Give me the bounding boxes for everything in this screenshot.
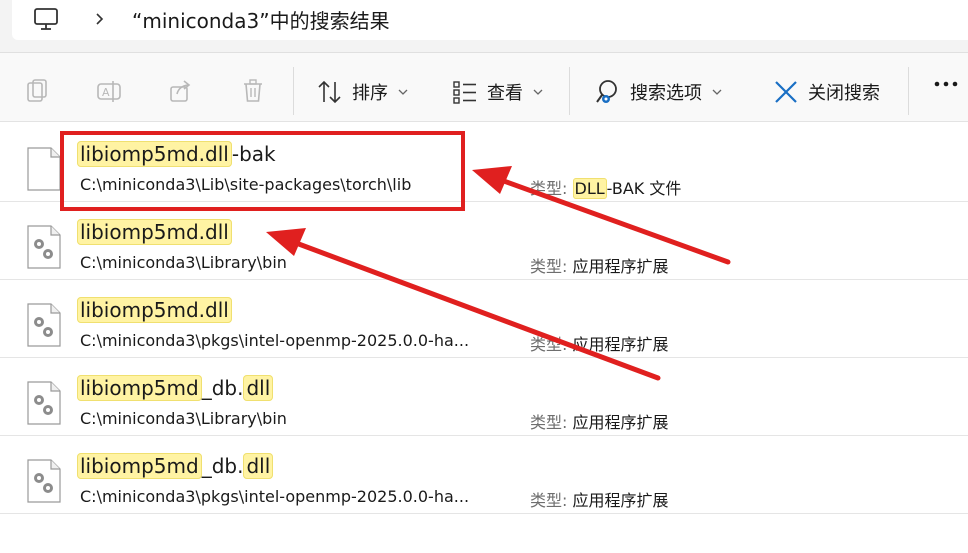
type-value: 应用程序扩展 xyxy=(572,257,669,276)
close-search-button[interactable]: 关闭搜索 xyxy=(772,77,880,107)
file-path: C:\miniconda3\pkgs\intel-openmp-2025.0.0… xyxy=(80,331,470,350)
chevron-down-icon xyxy=(712,89,722,95)
dll-gear-icon xyxy=(27,225,61,269)
close-search-label: 关闭搜索 xyxy=(808,83,880,104)
search-results-list: libiomp5md.dll -bak C:\miniconda3\Lib\sit… xyxy=(0,124,968,514)
type-value: 应用程序扩展 xyxy=(572,491,669,510)
blank-file-icon xyxy=(27,147,61,191)
rename-icon[interactable]: A xyxy=(96,77,122,105)
search-options-label: 搜索选项 xyxy=(630,83,702,104)
breadcrumb-search-title: “miniconda3”中的搜索结果 xyxy=(132,9,390,33)
type-key: 类型: xyxy=(530,413,568,432)
dll-gear-icon xyxy=(27,459,61,503)
dll-gear-icon xyxy=(27,303,61,347)
close-icon xyxy=(775,81,797,103)
view-label: 查看 xyxy=(487,83,523,104)
file-path: C:\miniconda3\Library\bin xyxy=(80,409,287,428)
list-item[interactable]: libiomp5md _db. dll C:\miniconda3\pkgs\int… xyxy=(0,436,968,514)
type-key: 类型: xyxy=(530,491,568,510)
file-path: C:\miniconda3\Library\bin xyxy=(80,253,287,272)
name-middle: _db. xyxy=(201,454,244,478)
file-name[interactable]: libiomp5md.dll xyxy=(77,295,232,325)
toolbar-separator xyxy=(908,67,909,115)
type-key: 类型: xyxy=(530,179,568,198)
name-highlight: libiomp5md xyxy=(77,453,202,479)
file-name[interactable]: libiomp5md _db. dll xyxy=(77,373,274,403)
file-type: 类型: 应用程序扩展 xyxy=(530,487,669,511)
file-name[interactable]: libiomp5md _db. dll xyxy=(77,451,274,481)
share-icon[interactable] xyxy=(168,77,194,105)
list-item[interactable]: libiomp5md _db. dll C:\miniconda3\Library\… xyxy=(0,358,968,436)
sort-label: 排序 xyxy=(352,83,388,104)
file-type: 类型: 应用程序扩展 xyxy=(530,331,669,355)
monitor-icon[interactable] xyxy=(32,6,62,32)
toolbar-separator xyxy=(293,67,294,115)
file-type: 类型: DLL -BAK 文件 xyxy=(530,175,681,199)
file-type: 类型: 应用程序扩展 xyxy=(530,253,669,277)
type-key: 类型: xyxy=(530,335,568,354)
view-list-icon xyxy=(453,81,476,104)
dll-gear-icon xyxy=(27,381,61,425)
search-options-icon xyxy=(596,80,617,103)
list-item[interactable]: libiomp5md.dll C:\miniconda3\pkgs\intel-… xyxy=(0,280,968,358)
copy-icon[interactable] xyxy=(24,77,50,105)
delete-icon[interactable] xyxy=(240,77,266,105)
file-path: C:\miniconda3\Lib\site-packages\torch\li… xyxy=(80,175,412,194)
file-name[interactable]: libiomp5md.dll -bak xyxy=(77,139,276,169)
name-highlight: dll xyxy=(243,453,274,479)
name-highlight: libiomp5md.dll xyxy=(77,219,232,245)
name-highlight: libiomp5md.dll xyxy=(77,297,232,323)
name-suffix: -bak xyxy=(231,142,276,166)
type-highlight: DLL xyxy=(572,178,607,199)
file-type: 类型: 应用程序扩展 xyxy=(530,409,669,433)
chevron-down-icon xyxy=(398,89,408,95)
list-item[interactable]: libiomp5md.dll C:\miniconda3\Library\bin… xyxy=(0,202,968,280)
chevron-right-icon[interactable] xyxy=(92,8,108,30)
list-item[interactable]: libiomp5md.dll -bak C:\miniconda3\Lib\sit… xyxy=(0,124,968,202)
name-highlight: libiomp5md.dll xyxy=(77,141,232,167)
name-middle: _db. xyxy=(201,376,244,400)
type-key: 类型: xyxy=(530,257,568,276)
search-options-button[interactable]: 搜索选项 xyxy=(594,77,722,107)
name-highlight: libiomp5md xyxy=(77,375,202,401)
svg-text:A: A xyxy=(102,86,110,99)
view-button[interactable]: 查看 xyxy=(451,77,543,107)
name-highlight: dll xyxy=(243,375,274,401)
address-field[interactable]: “miniconda3”中的搜索结果 xyxy=(12,0,968,40)
sort-button[interactable]: 排序 xyxy=(316,77,408,107)
more-icon[interactable] xyxy=(932,78,960,90)
file-path: C:\miniconda3\pkgs\intel-openmp-2025.0.0… xyxy=(80,487,470,506)
address-bar: “miniconda3”中的搜索结果 xyxy=(0,0,968,52)
chevron-down-icon xyxy=(533,89,543,95)
type-value: 应用程序扩展 xyxy=(572,413,669,432)
type-value: 应用程序扩展 xyxy=(572,335,669,354)
file-name[interactable]: libiomp5md.dll xyxy=(77,217,232,247)
type-value: -BAK 文件 xyxy=(606,179,682,198)
sort-icon xyxy=(318,80,341,104)
command-bar: A 排序 查看 搜索选项 关闭搜索 xyxy=(0,52,968,122)
toolbar-separator xyxy=(569,67,570,115)
